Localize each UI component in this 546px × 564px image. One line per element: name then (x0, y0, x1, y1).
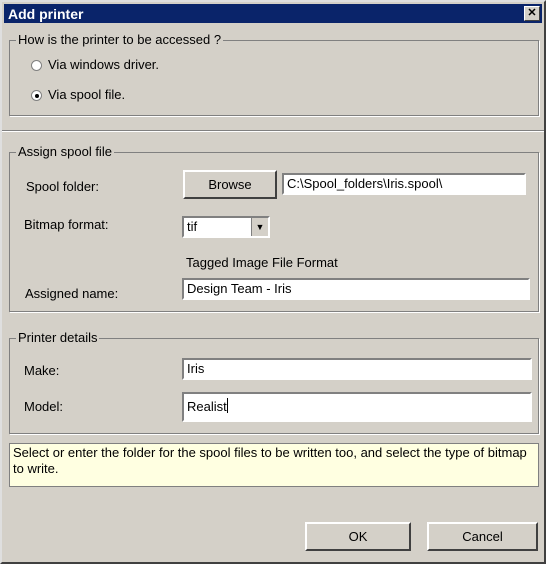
hint-box: Select or enter the folder for the spool… (9, 443, 539, 487)
radio-button-unchecked[interactable] (31, 60, 42, 71)
close-icon: ✕ (527, 7, 537, 19)
chevron-down-icon[interactable]: ▼ (251, 218, 268, 236)
bitmap-format-label: Bitmap format: (24, 217, 109, 232)
assigned-name-label: Assigned name: (25, 286, 119, 301)
radio-label: Via spool file. (48, 87, 126, 102)
radio-button-checked[interactable] (31, 90, 42, 101)
access-group: How is the printer to be accessed ? Via … (9, 32, 539, 116)
browse-button-label: Browse (208, 177, 252, 192)
model-field[interactable]: Realist (182, 392, 532, 422)
cancel-button-label: Cancel (462, 529, 503, 544)
title-bar: Add printer ✕ (4, 4, 542, 23)
close-button[interactable]: ✕ (524, 6, 540, 21)
radio-label: Via windows driver. (48, 57, 160, 72)
radio-via-windows-driver[interactable]: Via windows driver. (31, 57, 231, 75)
printer-details-legend: Printer details (16, 330, 100, 346)
model-label: Model: (24, 399, 64, 414)
assigned-name-field[interactable]: Design Team - Iris (182, 278, 530, 300)
separator (2, 130, 544, 132)
radio-via-spool-file[interactable]: Via spool file. (31, 87, 231, 105)
bitmap-format-value: tif (187, 219, 198, 234)
cancel-button[interactable]: Cancel (427, 522, 538, 551)
spool-legend: Assign spool file (16, 144, 114, 160)
browse-button[interactable]: Browse (183, 170, 277, 199)
bitmap-format-select[interactable]: tif ▼ (182, 216, 270, 238)
ok-button-label: OK (348, 529, 368, 544)
radio-dot (35, 94, 39, 98)
make-label: Make: (24, 363, 60, 378)
make-field[interactable]: Iris (182, 358, 532, 380)
spool-group: Assign spool file Spool folder: Browse C… (9, 144, 539, 312)
spool-folder-label: Spool folder: (26, 179, 99, 194)
add-printer-dialog: Add printer ✕ How is the printer to be a… (0, 0, 546, 564)
bitmap-format-description: Tagged Image File Format (186, 255, 338, 270)
window-title: Add printer (8, 6, 84, 22)
ok-button[interactable]: OK (305, 522, 411, 551)
model-value: Realist (187, 399, 227, 414)
spool-folder-field[interactable]: C:\Spool_folders\Iris.spool\ (282, 173, 526, 195)
text-cursor (226, 398, 228, 413)
access-legend: How is the printer to be accessed ? (16, 32, 224, 48)
printer-details-group: Printer details Make: Iris Model: Realis… (9, 330, 539, 434)
